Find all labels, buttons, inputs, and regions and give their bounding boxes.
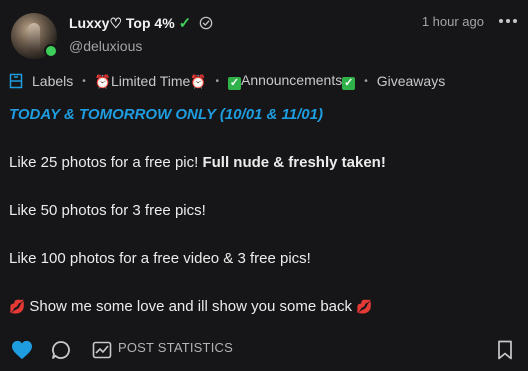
check-box-icon: ✓ — [228, 77, 242, 90]
statistics-chart-icon[interactable] — [92, 340, 112, 360]
check-box-icon: ✓ — [342, 77, 356, 90]
author-username[interactable]: @deluxious — [69, 38, 142, 54]
lips-icon: 💋 — [9, 299, 26, 314]
label-text: Announcements — [241, 72, 343, 88]
post-line-2: Like 50 photos for 3 free pics! — [9, 202, 206, 219]
post-actions-bar: POST STATISTICS — [10, 338, 518, 360]
separator-dot: • — [82, 75, 86, 87]
verified-badge-icon — [199, 16, 213, 30]
post-timestamp[interactable]: 1 hour ago — [422, 14, 484, 29]
more-options-icon[interactable] — [499, 16, 517, 26]
alarm-clock-icon: ⏰ — [94, 73, 111, 89]
alarm-clock-icon: ⏰ — [190, 73, 207, 89]
label-text: Limited Time — [110, 72, 191, 89]
post-statistics-button[interactable]: POST STATISTICS — [118, 340, 233, 355]
avatar-container[interactable] — [11, 13, 58, 59]
label-announcements[interactable]: ✓ Announcements ✓ — [228, 72, 356, 90]
post-line-4: 💋 Show me some love and ill show you som… — [9, 298, 373, 315]
like-heart-icon[interactable] — [11, 340, 33, 360]
avatar-photo — [28, 23, 40, 53]
labels-prefix[interactable]: Labels — [32, 73, 73, 89]
check-emoji: ✓ — [178, 15, 192, 32]
author-display-name[interactable]: Luxxy♡ Top 4% — [69, 15, 175, 32]
label-bookmark-icon — [9, 73, 23, 89]
online-status-indicator — [44, 44, 58, 58]
lips-icon: 💋 — [356, 299, 373, 314]
post-line-3: Like 100 photos for a free video & 3 fre… — [9, 250, 311, 267]
post-line-1: Like 25 photos for a free pic! Full nude… — [9, 154, 386, 171]
comment-bubble-icon[interactable] — [51, 340, 71, 360]
label-limited-time[interactable]: ⏰Limited Time⏰ — [95, 73, 207, 90]
author-name-row: Luxxy♡ Top 4% ✓ — [69, 14, 213, 32]
separator-dot: • — [215, 75, 220, 87]
post-promo-headline: TODAY & TOMORROW ONLY (10/01 & 11/01) — [9, 106, 323, 123]
bookmark-icon[interactable] — [497, 340, 513, 360]
separator-dot: • — [364, 75, 368, 87]
labels-row: Labels • ⏰Limited Time⏰ • ✓ Announcements… — [9, 72, 445, 90]
post-body: TODAY & TOMORROW ONLY (10/01 & 11/01) Li… — [9, 103, 514, 319]
label-giveaways[interactable]: Giveaways — [377, 73, 445, 89]
